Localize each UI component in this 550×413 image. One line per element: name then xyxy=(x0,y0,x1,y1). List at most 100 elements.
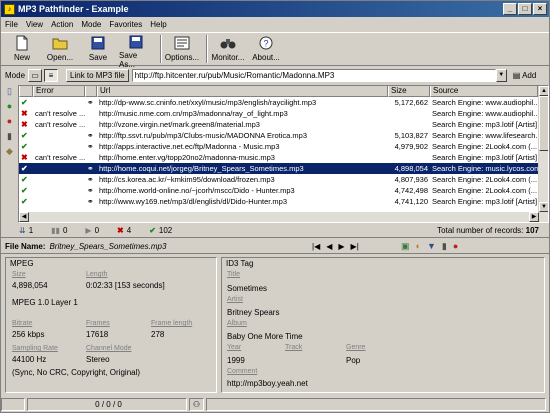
row-source: Search Engine: www.audiophil... xyxy=(432,109,538,118)
row-source: Search Engine: mp3.lotif [Artist] xyxy=(432,153,538,162)
ok-check-icon: ✔ xyxy=(21,175,28,184)
col-status-header[interactable] xyxy=(19,86,33,97)
close-button[interactable]: × xyxy=(533,3,547,15)
table-row[interactable]: ✔ ⚭ http://cs.korea.ac.kr/~kmkim95/downloa… xyxy=(19,174,548,185)
album-value[interactable]: Baby One More Time xyxy=(227,332,303,341)
row-source: Search Engine: 2Look4.com (... xyxy=(432,175,538,184)
menu-action[interactable]: Action xyxy=(51,20,73,29)
row-source: Search Engine: 2Look4.com (... xyxy=(432,186,538,195)
check-icon: ✔ xyxy=(149,226,156,235)
monitor-button[interactable]: Monitor... xyxy=(211,35,245,65)
export-icon[interactable]: ◆ xyxy=(3,145,16,158)
year-value[interactable]: 1999 xyxy=(227,356,245,365)
side-actions: ▯ ● ● ▮ ◆ xyxy=(3,85,18,220)
genre-value[interactable]: Pop xyxy=(346,356,360,365)
refresh-icon[interactable]: ◐ xyxy=(416,241,421,252)
first-record-icon[interactable]: |◀ xyxy=(312,242,320,251)
sampling-rate-value: 44100 Hz xyxy=(12,355,47,364)
artist-label: Artist xyxy=(227,296,243,303)
stat-paused: ▮▮ 0 xyxy=(51,226,68,235)
horizontal-scrollbar[interactable]: ◀ ▶ xyxy=(19,212,539,222)
table-row[interactable]: ✖ can't resolve ... http://music.nme.com.c… xyxy=(19,108,548,119)
table-row[interactable]: ✔ ⚭ http://www.wy169.net/mp3/dl/english/dl… xyxy=(19,196,548,207)
menu-view[interactable]: View xyxy=(26,20,43,29)
year-label: Year xyxy=(227,344,242,351)
prev-record-icon[interactable]: ◀ xyxy=(326,242,332,251)
edit-tag-icon[interactable]: ▣ xyxy=(401,241,410,252)
bitrate-label: Bitrate xyxy=(12,320,33,327)
mode-list-button[interactable]: ≡ xyxy=(44,68,59,82)
channel-mode-label: Channel Mode xyxy=(86,345,132,352)
table-row[interactable]: ✔ ⚭ http://ftp.ssvt.ru/pub/mp3/Clubs-music… xyxy=(19,130,548,141)
title-value[interactable]: Sometimes xyxy=(227,284,267,293)
row-status-icon: ✔ xyxy=(19,174,33,185)
table-row[interactable]: ✔ ⚭ http://apps.interactive.net.ec/ftp/Mad… xyxy=(19,141,548,152)
row-source: Search Engine: www.audiophil... xyxy=(432,98,538,107)
about-button[interactable]: ? About... xyxy=(249,35,283,65)
record-navigation: |◀ ◀ ▶ ▶| xyxy=(312,242,359,251)
ok-check-icon: ✔ xyxy=(21,164,28,173)
url-input[interactable] xyxy=(131,68,496,82)
scroll-thumb[interactable] xyxy=(539,96,548,151)
table-row[interactable]: ✔ ⚭ http://home.coqui.net/jorgeg/Britney_S… xyxy=(19,163,548,174)
scroll-up-arrow-icon[interactable]: ▲ xyxy=(539,86,548,96)
col-size-header[interactable]: Size xyxy=(388,86,430,97)
add-button[interactable]: ▤ Add xyxy=(513,69,537,82)
mpeg-flags: (Sync, No CRC, Copyright, Original) xyxy=(12,368,141,377)
maximize-button[interactable]: □ xyxy=(518,3,532,15)
save-button[interactable]: Save xyxy=(81,35,115,65)
table-row[interactable]: ✔ ⚭ http://dp-www.sc.cninfo.net/xxyl/music… xyxy=(19,97,548,108)
row-size: 4,807,936 xyxy=(394,175,428,184)
table-row[interactable]: ✖ can't resolve ... http://home.enter.vg/t… xyxy=(19,152,548,163)
binoculars-icon xyxy=(220,35,236,51)
row-link-icon: ⚭ xyxy=(85,141,97,152)
row-url: http://apps.interactive.net.ec/ftp/Madon… xyxy=(99,142,280,151)
link-icon: ⚭ xyxy=(87,142,94,151)
menu-file[interactable]: File xyxy=(5,20,18,29)
new-button[interactable]: New xyxy=(5,35,39,65)
web-icon[interactable]: ● xyxy=(453,241,458,252)
title-bar: ♪ MP3 Pathfinder - Example _ □ × xyxy=(1,1,549,17)
save-as-button[interactable]: Save As... xyxy=(119,35,153,69)
open-button[interactable]: Open... xyxy=(43,35,77,65)
scroll-left-arrow-icon[interactable]: ◀ xyxy=(19,212,29,222)
remove-icon[interactable]: ● xyxy=(3,115,16,128)
row-link-icon: ⚭ xyxy=(85,185,97,196)
minimize-button[interactable]: _ xyxy=(503,3,517,15)
genre-label: Genre xyxy=(346,344,366,351)
table-row[interactable]: ✔ ⚭ http://home.world-online.no/~jcorh/msc… xyxy=(19,185,548,196)
download-icon[interactable]: ▼ xyxy=(427,241,436,252)
scroll-right-arrow-icon[interactable]: ▶ xyxy=(529,212,539,222)
col-source-header[interactable]: Source xyxy=(430,86,538,97)
error-cross-icon: ✖ xyxy=(117,226,124,235)
artist-value[interactable]: Britney Spears xyxy=(227,308,279,317)
next-record-icon[interactable]: ▶ xyxy=(338,242,344,251)
add-icon: ▤ xyxy=(512,70,521,80)
row-status-icon: ✖ xyxy=(19,119,33,130)
menu-help[interactable]: Help xyxy=(150,20,166,29)
last-record-icon[interactable]: ▶| xyxy=(351,242,359,251)
delete-icon[interactable]: ▮ xyxy=(3,130,16,143)
col-url-header[interactable]: Url xyxy=(97,86,388,97)
mode-single-button[interactable]: ▭ xyxy=(28,68,43,82)
bookmark-icon[interactable]: ▯ xyxy=(3,85,16,98)
row-status-icon: ✖ xyxy=(19,152,33,163)
delete-file-icon[interactable]: ▮ xyxy=(442,241,447,252)
menu-mode[interactable]: Mode xyxy=(81,20,101,29)
options-button[interactable]: Options... xyxy=(165,35,199,65)
col-error-header[interactable]: Error xyxy=(33,86,85,97)
file-info-bar: File Name: Britney_Spears_Sometimes.mp3 … xyxy=(1,240,549,254)
total-records: Total number of records: 107 xyxy=(437,226,539,235)
comment-value[interactable]: http://mp3boy.yeah.net xyxy=(227,379,308,388)
menu-favorites[interactable]: Favorites xyxy=(109,20,142,29)
link-to-mp3-button[interactable]: Link to MP3 file xyxy=(66,68,129,82)
vertical-scrollbar[interactable]: ▲ ▼ xyxy=(538,86,548,222)
col-icon-header[interactable] xyxy=(85,86,97,97)
row-size xyxy=(388,108,430,119)
check-all-icon[interactable]: ● xyxy=(3,100,16,113)
table-row[interactable]: ✖ can't resolve ... http://vzone.virgin.ne… xyxy=(19,119,548,130)
channel-mode-value: Stereo xyxy=(86,355,110,364)
scroll-down-arrow-icon[interactable]: ▼ xyxy=(539,202,548,212)
url-dropdown-button[interactable]: ▼ xyxy=(495,68,507,82)
sampling-rate-label: Sampling Rate xyxy=(12,345,58,352)
